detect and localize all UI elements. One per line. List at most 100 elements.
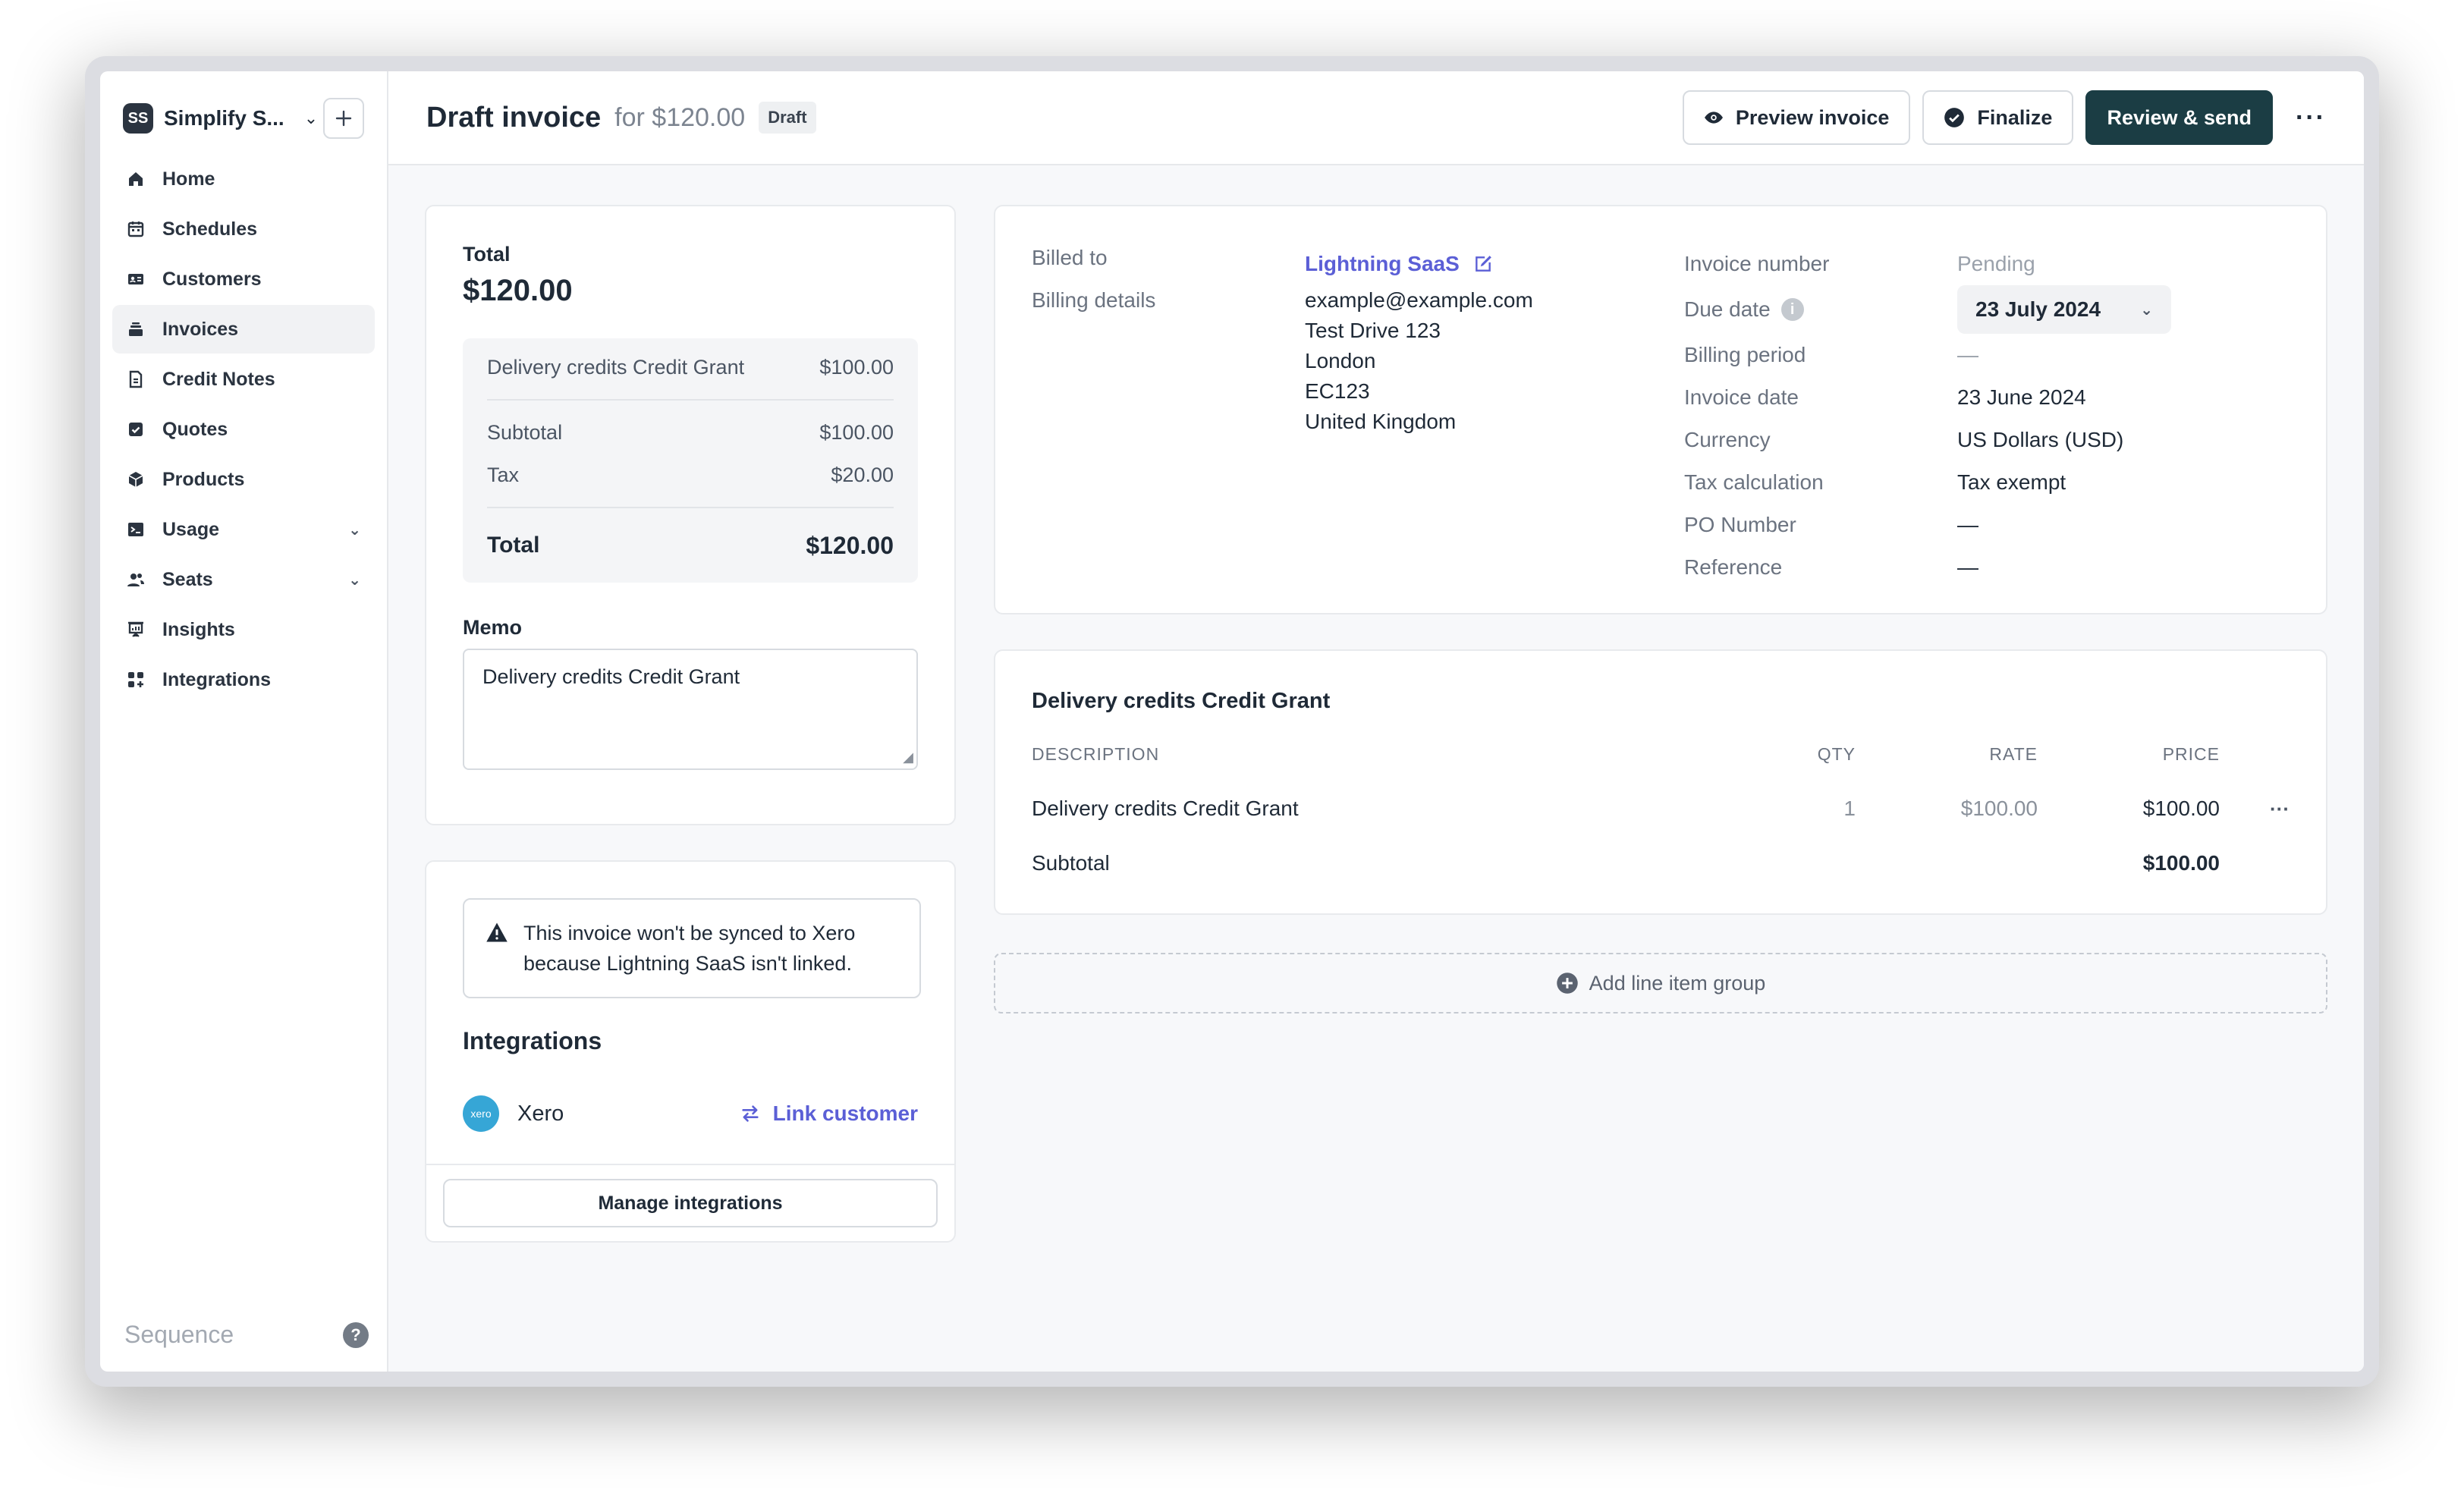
info-icon[interactable]: i (1780, 298, 1804, 321)
contact-card-icon (126, 269, 146, 289)
finalize-label: Finalize (1977, 105, 2053, 129)
terminal-icon (126, 520, 146, 539)
review-send-button[interactable]: Review & send (2085, 90, 2274, 145)
main-content: Draft invoice for $120.00 Draft Preview … (388, 71, 2364, 1372)
due-date-select[interactable]: 23 July 2024 ⌄ (1957, 285, 2171, 334)
billing-left-values: Lightning SaaS example@example.com Test … (1305, 243, 1684, 589)
chevron-down-icon[interactable]: ⌄ (304, 108, 318, 128)
grand-total-amount: $120.00 (806, 531, 894, 559)
summary-line-amount: $100.00 (819, 355, 894, 379)
sidebar: SS Simplify S... ⌄ Home Schedules Custom… (100, 71, 388, 1372)
sidebar-item-invoices[interactable]: Invoices (112, 305, 375, 354)
invoice-number-value: Pending (1957, 252, 2035, 275)
invoice-date-label: Invoice date (1684, 385, 1799, 409)
sidebar-item-label: Credit Notes (162, 368, 275, 390)
table-row[interactable]: Delivery credits Credit Grant 1 $100.00 … (1032, 790, 2290, 827)
line-items-subtotal-row: Subtotal $100.00 (1032, 845, 2290, 881)
tax-calculation-label: Tax calculation (1684, 470, 1824, 494)
status-badge: Draft (759, 102, 816, 134)
address-line: Test Drive 123 (1305, 319, 1441, 342)
column-header-rate: RATE (1989, 743, 2038, 764)
sidebar-item-label: Insights (162, 618, 235, 640)
customer-name[interactable]: Lightning SaaS (1305, 252, 1460, 276)
sidebar-footer: Sequence ? (124, 1321, 369, 1349)
brand-logo: Sequence (124, 1321, 234, 1348)
line-item-rate: $100.00 (1960, 797, 2038, 820)
column-header-price: PRICE (2162, 743, 2220, 764)
chevron-down-icon[interactable]: ⌄ (348, 520, 361, 539)
warning-line: because Lightning SaaS isn't linked. (523, 952, 852, 975)
memo-value: Delivery credits Credit Grant (482, 665, 740, 688)
manage-integrations-button[interactable]: Manage integrations (443, 1179, 938, 1227)
plus-circle-icon (1556, 972, 1579, 995)
row-more-icon[interactable]: ··· (2220, 797, 2290, 821)
warning-text: This invoice won't be synced to Xero bec… (523, 918, 855, 979)
summary-line-row: Delivery credits Credit Grant $100.00 (487, 346, 894, 388)
quote-check-icon (126, 420, 146, 439)
customer-link[interactable]: Lightning SaaS (1305, 243, 1684, 285)
sidebar-item-label: Integrations (162, 668, 272, 690)
billing-grid: Billed to Billing details Lightning SaaS… (1032, 243, 2290, 589)
warning-line: This invoice won't be synced to Xero (523, 922, 856, 944)
sidebar-item-seats[interactable]: Seats ⌄ (112, 555, 375, 604)
sidebar-item-quotes[interactable]: Quotes (112, 405, 375, 454)
add-line-item-group-button[interactable]: Add line item group (994, 953, 2327, 1013)
due-date-value: 23 July 2024 (1975, 297, 2101, 321)
memo-textarea[interactable]: Delivery credits Credit Grant ◢ (463, 649, 918, 770)
integrations-card: This invoice won't be synced to Xero bec… (425, 860, 956, 1243)
xero-logo: xero (463, 1095, 499, 1132)
sidebar-item-products[interactable]: Products (112, 455, 375, 504)
memo-label: Memo (463, 616, 523, 639)
link-customer-button[interactable]: Link customer (740, 1101, 918, 1126)
tax-calculation-value: Tax exempt (1957, 470, 2066, 494)
total-label: Total (463, 243, 511, 266)
address-line: EC123 (1305, 379, 1370, 403)
edit-icon[interactable] (1473, 254, 1493, 274)
integrations-title: Integrations (463, 1027, 602, 1054)
resize-handle-icon[interactable]: ◢ (903, 750, 913, 765)
sidebar-item-label: Invoices (162, 318, 239, 340)
users-icon (126, 570, 146, 589)
line-items-card: Delivery credits Credit Grant DESCRIPTIO… (994, 649, 2327, 915)
add-button[interactable] (323, 98, 364, 139)
preview-invoice-button[interactable]: Preview invoice (1682, 90, 1911, 145)
sidebar-item-schedules[interactable]: Schedules (112, 205, 375, 253)
help-icon[interactable]: ? (343, 1321, 369, 1348)
grid-icon (126, 670, 146, 690)
sync-warning: This invoice won't be synced to Xero bec… (463, 898, 921, 998)
billing-card: Billed to Billing details Lightning SaaS… (994, 205, 2327, 614)
calendar-icon (126, 219, 146, 239)
more-options-icon[interactable]: ··· (2296, 103, 2326, 133)
page-subtitle: for $120.00 (614, 102, 746, 132)
home-icon (126, 169, 146, 189)
preview-invoice-label: Preview invoice (1735, 105, 1890, 129)
sidebar-item-credit-notes[interactable]: Credit Notes (112, 355, 375, 404)
line-items-header: DESCRIPTION QTY RATE PRICE (1032, 739, 2290, 769)
finalize-button[interactable]: Finalize (1922, 90, 2074, 145)
workspace-name[interactable]: Simplify S... (164, 106, 284, 130)
address-line: United Kingdom (1305, 410, 1457, 433)
app-window: SS Simplify S... ⌄ Home Schedules Custom… (100, 71, 2364, 1372)
sidebar-item-insights[interactable]: Insights (112, 605, 375, 654)
po-number-value: — (1957, 513, 1978, 536)
line-item-qty: 1 (1843, 797, 1856, 820)
sidebar-item-integrations[interactable]: Integrations (112, 655, 375, 704)
sidebar-item-customers[interactable]: Customers (112, 255, 375, 303)
sidebar-item-usage[interactable]: Usage ⌄ (112, 505, 375, 554)
divider (487, 507, 894, 508)
sidebar-item-label: Products (162, 468, 245, 490)
total-amount: $120.00 (463, 274, 573, 307)
chevron-down-icon[interactable]: ⌄ (348, 570, 361, 589)
eye-icon (1704, 108, 1724, 127)
totals-card: Total $120.00 Delivery credits Credit Gr… (425, 205, 956, 825)
sidebar-nav: Home Schedules Customers Invoices Credit… (112, 155, 375, 704)
billing-right-values: Pending 23 July 2024 ⌄ — 23 June 2024 US… (1957, 243, 2261, 589)
billing-period-value: — (1957, 343, 1978, 366)
workspace-badge[interactable]: SS (123, 103, 153, 134)
presentation-icon (126, 620, 146, 640)
sidebar-item-label: Quotes (162, 418, 228, 440)
sidebar-item-home[interactable]: Home (112, 155, 375, 203)
reference-value: — (1957, 555, 1978, 579)
grand-total-label: Total (487, 533, 540, 558)
billing-period-label: Billing period (1684, 343, 1806, 366)
